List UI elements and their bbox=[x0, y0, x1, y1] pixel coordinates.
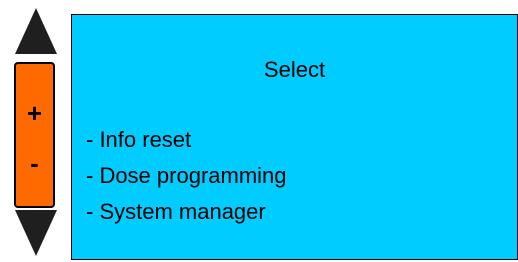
menu-item-dose-programming[interactable]: - Dose programming bbox=[86, 158, 287, 194]
decrement-button[interactable]: - bbox=[16, 150, 53, 176]
menu-list: - Info reset - Dose programming - System… bbox=[86, 122, 287, 230]
menu-item-info-reset[interactable]: - Info reset bbox=[86, 122, 287, 158]
screen-title: Select bbox=[263, 57, 326, 82]
display-screen: Select - Info reset - Dose programming -… bbox=[71, 14, 518, 260]
increment-button[interactable]: + bbox=[16, 100, 53, 126]
value-stepper: + - bbox=[14, 62, 55, 208]
menu-item-system-manager[interactable]: - System manager bbox=[86, 194, 287, 230]
triangle-up-icon bbox=[15, 8, 57, 54]
scroll-down-icon[interactable] bbox=[15, 210, 57, 256]
scroll-up-icon[interactable] bbox=[15, 8, 57, 54]
triangle-down-icon bbox=[15, 210, 57, 256]
